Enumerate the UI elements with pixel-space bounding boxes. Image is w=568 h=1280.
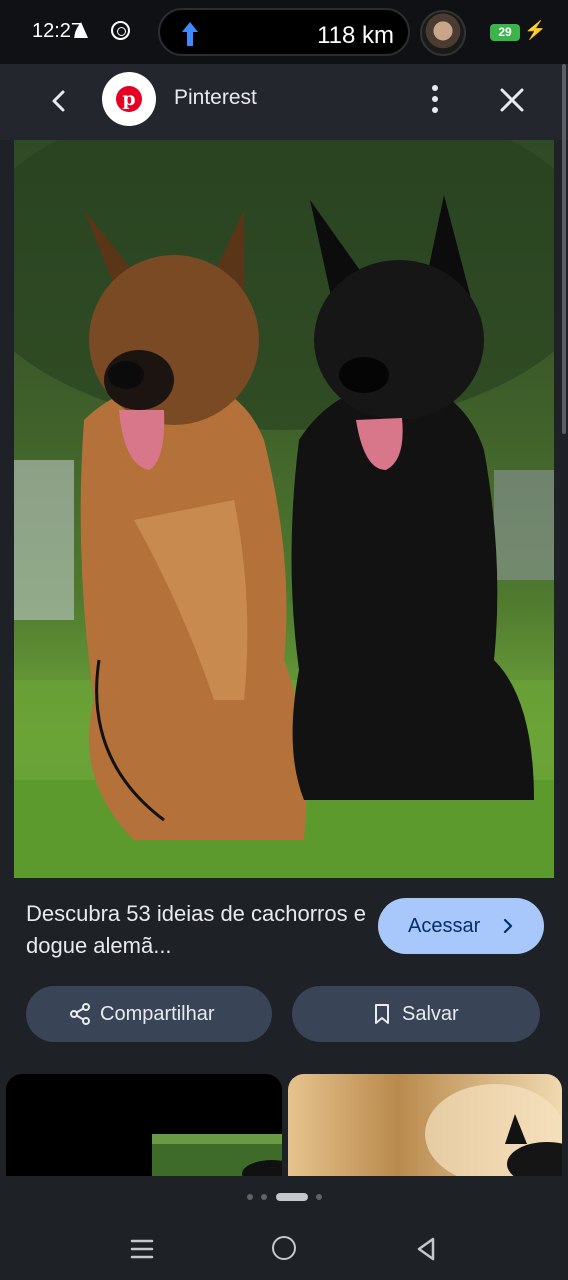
system-navigation-bar bbox=[0, 1216, 568, 1280]
charging-bolt-icon: ⚡ bbox=[524, 20, 547, 40]
page-dot-active bbox=[276, 1193, 308, 1201]
home-icon[interactable] bbox=[272, 1236, 296, 1260]
back-icon[interactable] bbox=[44, 86, 74, 116]
close-icon[interactable] bbox=[496, 84, 528, 116]
share-button[interactable]: Compartilhar bbox=[26, 986, 272, 1042]
bookmark-icon bbox=[375, 1004, 389, 1024]
save-button-label: Salvar bbox=[402, 1003, 459, 1025]
share-icon bbox=[70, 1003, 90, 1025]
result-description: Descubra 53 ideias de cachorros e dogue … bbox=[26, 901, 366, 958]
page-dot bbox=[247, 1194, 253, 1200]
scrollbar-thumb[interactable] bbox=[562, 64, 566, 434]
direction-arrow-icon bbox=[182, 22, 198, 46]
related-image-1-picture bbox=[152, 1134, 282, 1176]
access-button-label: Acessar bbox=[408, 915, 481, 937]
pinterest-p-icon: p bbox=[116, 86, 142, 112]
recent-apps-icon[interactable] bbox=[130, 1238, 154, 1260]
page-indicator bbox=[0, 1176, 568, 1216]
app-bar: p Pinterest bbox=[0, 64, 568, 140]
related-image-1[interactable] bbox=[6, 1074, 282, 1176]
pinterest-logo: p bbox=[102, 72, 156, 126]
navigation-distance: 118 km bbox=[317, 22, 394, 49]
app-title: Pinterest bbox=[174, 86, 257, 109]
related-image-2-picture bbox=[425, 1084, 562, 1176]
related-image-2[interactable] bbox=[288, 1074, 562, 1176]
page-dot bbox=[316, 1194, 322, 1200]
status-bar: 12:27 118 km 29 ⚡ bbox=[0, 0, 568, 64]
share-button-label: Compartilhar bbox=[100, 1003, 215, 1025]
battery-indicator: 29 bbox=[490, 24, 520, 41]
more-vert-icon[interactable] bbox=[420, 82, 450, 116]
save-button[interactable]: Salvar bbox=[292, 986, 540, 1042]
chevron-right-icon bbox=[503, 918, 513, 934]
back-triangle-icon[interactable] bbox=[414, 1236, 438, 1262]
whatsapp-icon bbox=[111, 21, 130, 40]
navigation-arrow-icon bbox=[74, 22, 88, 38]
main-image[interactable] bbox=[14, 140, 554, 878]
german-shepherds-photo bbox=[14, 140, 554, 878]
page-dot bbox=[261, 1194, 267, 1200]
access-button[interactable]: Acessar bbox=[378, 898, 544, 954]
avatar[interactable] bbox=[420, 10, 466, 56]
navigation-pill[interactable]: 118 km bbox=[158, 8, 410, 56]
